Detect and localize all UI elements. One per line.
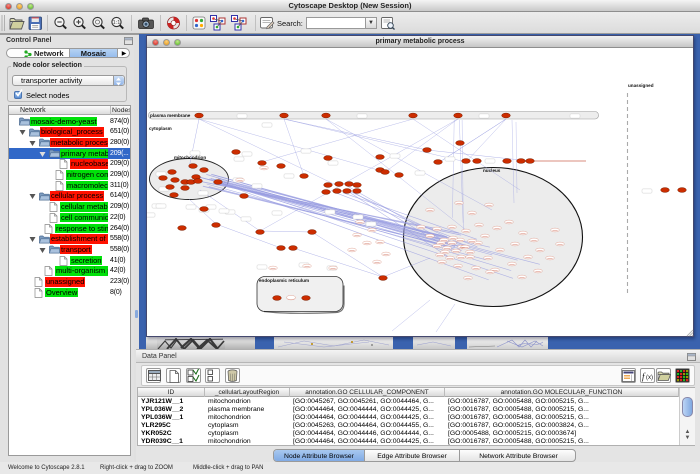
svg-text:1:1: 1:1 [113,20,121,26]
svg-text:unassigned: unassigned [628,83,654,88]
svg-text:endoplasmic reticulum: endoplasmic reticulum [259,278,309,283]
svg-text:mitochondrion: mitochondrion [174,155,206,160]
svg-text:plasma membrane: plasma membrane [150,113,191,118]
svg-text:(x): (x) [646,375,653,381]
svg-text:cytoplasm: cytoplasm [149,126,172,131]
svg-text:nucleus: nucleus [483,168,501,173]
